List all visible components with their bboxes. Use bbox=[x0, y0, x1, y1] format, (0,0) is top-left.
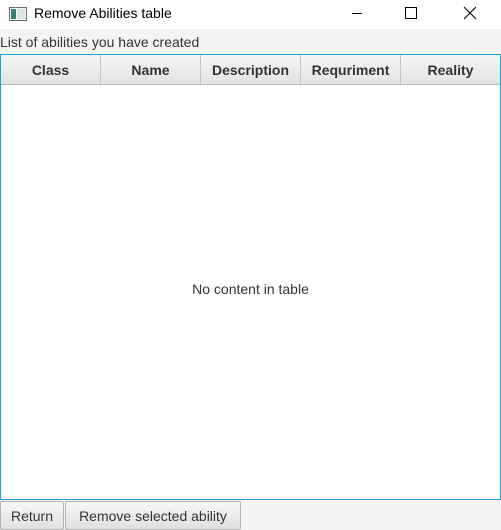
maximize-button[interactable] bbox=[388, 0, 434, 29]
minimize-icon bbox=[351, 7, 363, 23]
close-button[interactable] bbox=[447, 0, 493, 29]
app-icon bbox=[9, 7, 27, 21]
minimize-button[interactable] bbox=[334, 0, 380, 29]
window-title: Remove Abilities table bbox=[34, 5, 172, 21]
empty-table-placeholder: No content in table bbox=[192, 281, 309, 297]
table-header: Class Name Description Requriment Realit… bbox=[1, 55, 500, 85]
maximize-icon bbox=[405, 6, 417, 23]
abilities-table[interactable]: Class Name Description Requriment Realit… bbox=[0, 54, 501, 500]
column-header-class[interactable]: Class bbox=[1, 55, 101, 84]
column-header-requriment[interactable]: Requriment bbox=[301, 55, 401, 84]
column-header-name[interactable]: Name bbox=[101, 55, 201, 84]
table-caption: List of abilities you have created bbox=[0, 34, 200, 50]
return-button[interactable]: Return bbox=[0, 501, 64, 530]
column-header-description[interactable]: Description bbox=[201, 55, 301, 84]
column-header-reality[interactable]: Reality bbox=[401, 55, 500, 84]
remove-selected-ability-button[interactable]: Remove selected ability bbox=[65, 501, 241, 530]
title-bar: Remove Abilities table bbox=[0, 0, 501, 29]
close-icon bbox=[463, 6, 477, 24]
